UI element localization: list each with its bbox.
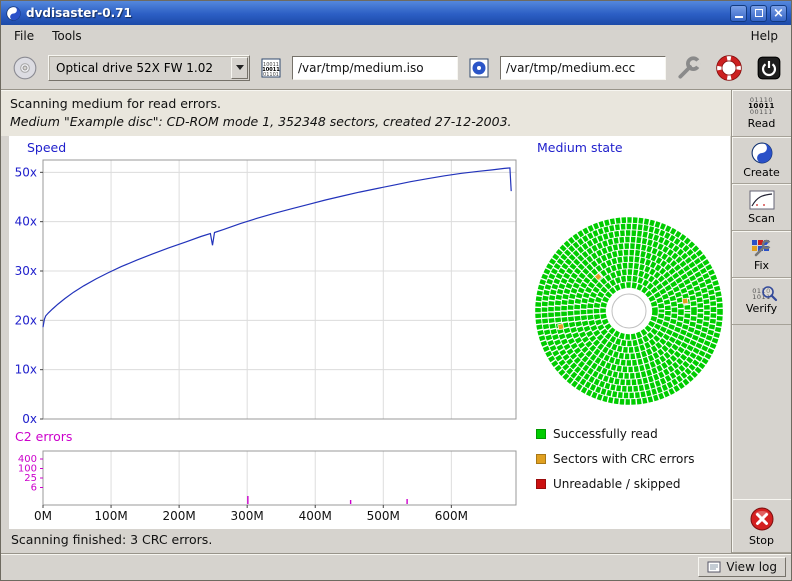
x-axis: 0M 100M 200M 300M 400M 500M 600M [34, 505, 468, 523]
speed-curve [43, 168, 511, 327]
ecc-path-input[interactable] [500, 56, 666, 80]
svg-text:300M: 300M [231, 509, 264, 523]
maximize-icon [755, 9, 763, 17]
fix-icon [750, 237, 774, 257]
create-label: Create [743, 166, 780, 179]
window-title: dvdisaster-0.71 [26, 6, 132, 20]
sidebar-fix-button[interactable]: Fix [732, 231, 791, 278]
magnifier-icon [760, 285, 778, 303]
svg-text:40x: 40x [15, 215, 37, 229]
minimize-button[interactable] [730, 5, 747, 22]
stop-label: Stop [749, 534, 774, 547]
stop-icon [749, 506, 775, 532]
red-swatch-icon [536, 479, 546, 489]
crc-error-dot [682, 298, 688, 304]
c2-plot-frame [43, 451, 516, 505]
app-icon [5, 5, 21, 21]
drive-button[interactable] [9, 52, 41, 84]
svg-text:20x: 20x [15, 313, 37, 327]
stop-button[interactable]: Stop [732, 499, 791, 553]
legend-item-crc: Sectors with CRC errors [536, 451, 695, 467]
svg-text:0M: 0M [34, 509, 52, 523]
crc-error-dot [558, 324, 564, 330]
close-button[interactable]: × [770, 5, 787, 22]
yin-yang-icon [751, 142, 773, 164]
quit-button[interactable] [753, 52, 785, 84]
drive-combo-value: Optical drive 52X FW 1.02 [56, 61, 227, 75]
svg-text:500M: 500M [367, 509, 400, 523]
verify-label: Verify [746, 302, 777, 315]
power-icon [756, 55, 782, 81]
chart-canvas: 0x 10x 20x 30x 40x 50x 0M 100M 200M 300M 400M 500M 6… [9, 136, 730, 529]
view-log-label: View log [726, 560, 777, 574]
legend-label-unreadable: Unreadable / skipped [553, 477, 681, 491]
speed-chart-title: Speed [27, 140, 66, 155]
iso-file-icon: 10011 10011 01101 [257, 54, 285, 82]
window-controls: × [730, 5, 787, 22]
scan-label: Scan [748, 212, 775, 225]
svg-text:50x: 50x [15, 165, 37, 179]
c2-errors-title: C2 errors [15, 429, 72, 444]
view-log-button[interactable]: View log [698, 557, 786, 577]
menu-file[interactable]: File [5, 27, 43, 45]
life-ring-icon [716, 55, 742, 81]
svg-text:10x: 10x [15, 363, 37, 377]
c2-y-axis: 400100256 [18, 454, 43, 494]
drive-combo[interactable]: Optical drive 52X FW 1.02 [48, 55, 250, 81]
iso-path-input[interactable] [292, 56, 458, 80]
svg-text:400M: 400M [299, 509, 332, 523]
close-icon: × [773, 7, 784, 20]
legend-item-unreadable: Unreadable / skipped [536, 476, 695, 492]
medium-state-disc [538, 220, 720, 402]
action-sidebar: 01110 10011 00111 Read Create Scan [731, 90, 791, 553]
legend-item-success: Successfully read [536, 426, 695, 442]
minimize-icon [735, 16, 743, 18]
app-window: dvdisaster-0.71 × File Tools Help Optica… [0, 0, 792, 581]
menubar: File Tools Help [1, 25, 791, 46]
sidebar-read-button[interactable]: 01110 10011 00111 Read [732, 90, 791, 137]
svg-text:0x: 0x [22, 412, 37, 426]
sidebar-scan-button[interactable]: Scan [732, 184, 791, 231]
wrench-icon [676, 55, 702, 81]
svg-text:01101: 01101 [263, 72, 279, 78]
scan-chart-icon [749, 190, 775, 210]
help-button[interactable] [713, 52, 745, 84]
medium-info-line: Medium "Example disc": CD-ROM mode 1, 35… [10, 114, 722, 129]
green-swatch-icon [536, 429, 546, 439]
cd-icon [12, 55, 38, 81]
medium-state-legend: Successfully read Sectors with CRC error… [536, 426, 695, 492]
speed-y-axis: 0x 10x 20x 30x 40x 50x [15, 165, 43, 426]
menu-help[interactable]: Help [742, 27, 787, 45]
svg-text:600M: 600M [435, 509, 468, 523]
sidebar-create-button[interactable]: Create [732, 137, 791, 184]
maximize-button[interactable] [750, 5, 767, 22]
log-icon [707, 560, 721, 574]
svg-text:200M: 200M [162, 509, 195, 523]
scan-result-text: Scanning finished: 3 CRC errors. [11, 532, 212, 547]
status-header: Scanning medium for read errors. Medium … [1, 90, 731, 136]
svg-text:30x: 30x [15, 264, 37, 278]
yellow-swatch-icon [536, 454, 546, 464]
read-icon: 01110 10011 00111 [748, 97, 775, 115]
svg-text:100M: 100M [94, 509, 127, 523]
fix-label: Fix [754, 259, 769, 272]
legend-label-crc: Sectors with CRC errors [553, 452, 695, 466]
sidebar-verify-button[interactable]: 0110 1011 Verify [732, 278, 791, 325]
menu-tools[interactable]: Tools [43, 27, 91, 45]
medium-state-title: Medium state [537, 140, 623, 155]
preferences-button[interactable] [673, 52, 705, 84]
legend-label-success: Successfully read [553, 427, 658, 441]
statusbar: View log [1, 553, 791, 580]
read-label: Read [748, 117, 776, 130]
speed-plot-frame [43, 160, 516, 419]
toolbar-right-group [673, 52, 785, 84]
chevron-down-icon[interactable] [231, 57, 248, 79]
ecc-file-icon [465, 54, 493, 82]
disc-hole [612, 294, 646, 328]
status-line-1: Scanning medium for read errors. [10, 96, 722, 111]
titlebar[interactable]: dvdisaster-0.71 × [1, 1, 791, 25]
toolbar: Optical drive 52X FW 1.02 10011 10011 01… [1, 46, 791, 90]
svg-text:6: 6 [31, 483, 37, 494]
verify-icon: 0110 1011 [752, 288, 771, 300]
